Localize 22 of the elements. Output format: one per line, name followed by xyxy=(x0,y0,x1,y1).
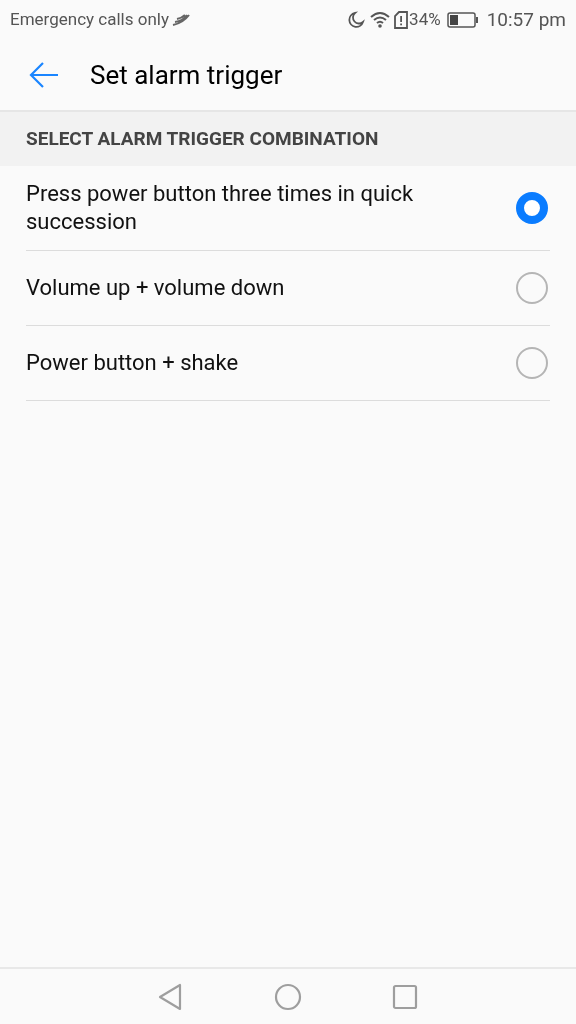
option-row[interactable]: Power button + shake xyxy=(26,326,550,401)
carrier-text: Emergency calls only xyxy=(10,8,169,32)
sim-alert-icon xyxy=(394,11,409,29)
section-header: SELECT ALARM TRIGGER COMBINATION xyxy=(0,112,576,166)
radio-button[interactable] xyxy=(516,192,548,224)
back-nav-button[interactable] xyxy=(158,982,184,1011)
option-label: Volume up + volume down xyxy=(26,274,286,302)
battery-icon xyxy=(446,12,479,28)
battery-percent: 34% xyxy=(409,8,441,32)
clock-text: 10:57 pm xyxy=(486,6,566,33)
home-nav-button[interactable] xyxy=(274,982,302,1011)
radio-button[interactable] xyxy=(516,272,548,304)
recents-nav-button[interactable] xyxy=(392,983,418,1010)
option-row[interactable]: Press power button three times in quick succession xyxy=(26,166,550,251)
moon-icon xyxy=(347,11,366,29)
option-label: Press power button three times in quick succession xyxy=(26,180,415,236)
radio-button[interactable] xyxy=(516,347,548,379)
option-row[interactable]: Volume up + volume down xyxy=(26,251,550,326)
page-title: Set alarm trigger xyxy=(90,58,283,92)
option-label: Power button + shake xyxy=(26,349,240,377)
swipe-icon xyxy=(170,13,191,27)
wifi-icon xyxy=(369,11,392,29)
